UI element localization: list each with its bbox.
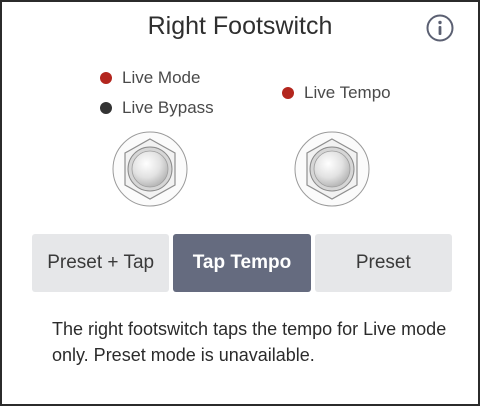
- mode-preset-button[interactable]: Preset: [314, 234, 452, 292]
- legend-live-bypass-label: Live Bypass: [122, 98, 214, 117]
- mode-preset-tap-button[interactable]: Preset + Tap: [32, 234, 170, 292]
- legend-live-mode-label: Live Mode: [122, 68, 201, 87]
- live-mode-dot: [100, 72, 112, 84]
- info-icon[interactable]: [426, 14, 454, 42]
- legend-live-bypass: Live Bypass: [100, 98, 214, 118]
- legend-live-tempo: Live Tempo: [282, 83, 391, 103]
- page-title: Right Footswitch: [147, 12, 333, 40]
- legend-live-mode: Live Mode: [100, 68, 200, 88]
- footswitch-left-icon: [112, 131, 188, 207]
- live-tempo-dot: [282, 87, 294, 99]
- mode-segmented-control: Preset + Tap Tap Tempo Preset: [32, 234, 452, 292]
- legend-live-tempo-label: Live Tempo: [304, 83, 391, 102]
- mode-description: The right footswitch taps the tempo for …: [52, 319, 447, 365]
- footswitch-right-icon: [294, 131, 370, 207]
- right-footswitch-panel: Right Footswitch Live Mode Live Bypass L…: [0, 0, 480, 406]
- mode-tap-tempo-button[interactable]: Tap Tempo: [173, 234, 311, 292]
- live-bypass-dot: [100, 102, 112, 114]
